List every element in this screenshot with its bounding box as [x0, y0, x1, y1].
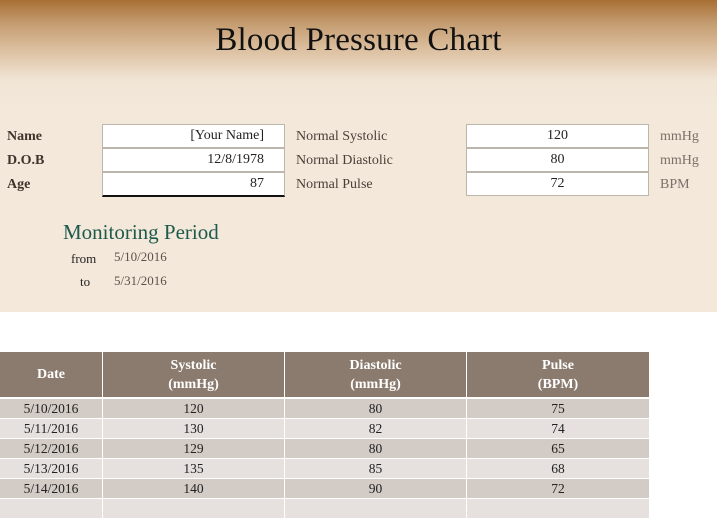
date-cell[interactable]: 5/14/2016 — [0, 478, 103, 499]
age-field[interactable]: 87 — [102, 172, 285, 197]
pulse-cell[interactable]: 74 — [466, 418, 649, 439]
column-header-pulse[interactable]: Pulse (BPM) — [466, 352, 649, 399]
diastolic-unit: mmHg — [660, 153, 699, 168]
date-cell[interactable] — [0, 498, 103, 519]
diastolic-cell[interactable]: 85 — [284, 458, 467, 479]
from-date[interactable]: 5/10/2016 — [114, 249, 167, 265]
systolic-cell[interactable] — [102, 498, 285, 519]
systolic-cell[interactable]: 129 — [102, 438, 285, 459]
dob-field[interactable]: 12/8/1978 — [102, 148, 285, 172]
date-cell[interactable]: 5/13/2016 — [0, 458, 103, 479]
from-label: from — [71, 251, 97, 266]
systolic-cell[interactable]: 140 — [102, 478, 285, 499]
pulse-cell[interactable]: 75 — [466, 398, 649, 419]
table-header-row: Date Systolic (mmHg) Diastolic (mmHg) Puls… — [0, 352, 649, 399]
to-date[interactable]: 5/31/2016 — [114, 273, 167, 289]
diastolic-cell[interactable]: 80 — [284, 438, 467, 459]
pulse-unit: BPM — [660, 177, 690, 192]
table-row: 5/12/2016 129 80 65 — [0, 438, 649, 459]
pulse-cell[interactable]: 72 — [466, 478, 649, 499]
diastolic-cell[interactable]: 90 — [284, 478, 467, 499]
age-label: Age — [7, 177, 31, 192]
to-label: to — [80, 274, 91, 289]
pulse-cell[interactable] — [466, 498, 649, 519]
pulse-cell[interactable]: 65 — [466, 438, 649, 459]
table-row — [0, 498, 649, 519]
normal-diastolic-field[interactable]: 80 — [466, 148, 649, 172]
table-row: 5/10/2016 120 80 75 — [0, 398, 649, 419]
normal-systolic-field[interactable]: 120 — [466, 124, 649, 148]
table-row: 5/13/2016 135 85 68 — [0, 458, 649, 479]
page-title: Blood Pressure Chart — [215, 22, 502, 58]
systolic-unit: mmHg — [660, 129, 699, 144]
name-field[interactable]: [Your Name] — [102, 124, 285, 148]
normal-systolic-label: Normal Systolic — [296, 129, 388, 144]
date-cell[interactable]: 5/10/2016 — [0, 398, 103, 419]
dob-label: D.O.B — [7, 153, 45, 168]
normal-pulse-field[interactable]: 72 — [466, 172, 649, 196]
table-row: 5/11/2016 130 82 74 — [0, 418, 649, 439]
name-label: Name — [7, 129, 42, 144]
systolic-cell[interactable]: 135 — [102, 458, 285, 479]
normal-diastolic-label: Normal Diastolic — [296, 153, 393, 168]
monitoring-period-title: Monitoring Period — [63, 220, 219, 244]
date-cell[interactable]: 5/11/2016 — [0, 418, 103, 439]
table-row: 5/14/2016 140 90 72 — [0, 478, 649, 499]
date-cell[interactable]: 5/12/2016 — [0, 438, 103, 459]
pulse-cell[interactable]: 68 — [466, 458, 649, 479]
diastolic-cell[interactable]: 82 — [284, 418, 467, 439]
readings-table: Date Systolic (mmHg) Diastolic (mmHg) Puls… — [0, 352, 649, 519]
systolic-cell[interactable]: 130 — [102, 418, 285, 439]
column-header-diastolic[interactable]: Diastolic (mmHg) — [284, 352, 467, 399]
diastolic-cell[interactable]: 80 — [284, 398, 467, 419]
column-header-date[interactable]: Date — [0, 352, 103, 399]
systolic-cell[interactable]: 120 — [102, 398, 285, 419]
diastolic-cell[interactable] — [284, 498, 467, 519]
normal-pulse-label: Normal Pulse — [296, 177, 373, 192]
column-header-systolic[interactable]: Systolic (mmHg) — [102, 352, 285, 399]
